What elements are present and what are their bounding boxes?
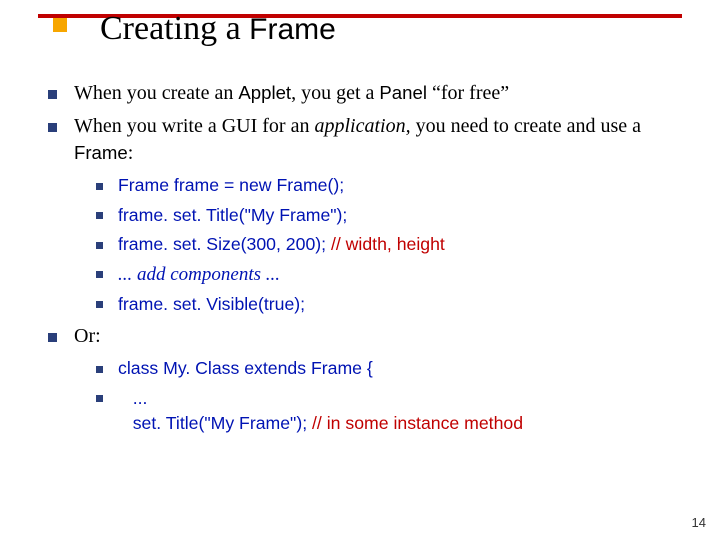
text: “for free” [427,82,509,104]
code-line: frame. set. Visible(true); [118,294,305,314]
sub-bullet: ... add components ... [96,262,688,288]
bullet-icon [96,242,103,249]
text: Or: [74,325,101,347]
code-comment: // in some instance method [312,413,523,433]
title-accent-square [53,18,67,32]
title-text-sans: Frame [249,13,336,46]
bullet-icon [96,212,103,219]
bullet-2: When you write a GUI for an application,… [48,113,688,317]
text-sans: Panel [379,82,427,103]
page-number: 14 [692,515,706,530]
text-italic: application, [314,115,410,137]
text-sans: Frame [74,142,128,163]
bullet-icon [48,123,57,132]
text: : [128,142,134,164]
code-italic: ... add components ... [118,264,280,285]
code-line: class My. Class extends Frame { [118,358,373,378]
code-comment: // width, height [331,234,445,254]
code-line: frame. set. Size(300, 200); [118,234,331,254]
code-line: Frame frame = new Frame(); [118,175,344,195]
bullet-icon [96,271,103,278]
slide-body: When you create an Applet, you get a Pan… [48,80,688,443]
text: When you write a GUI for an [74,115,314,137]
text: you need to create and use a [411,115,641,137]
bullet-icon [96,395,103,402]
text-sans: Applet [238,82,291,103]
sub-bullet: frame. set. Size(300, 200); // width, he… [96,232,688,258]
sub-bullet: ... set. Title("My Frame"); // in some i… [96,386,688,437]
bullet-icon [96,301,103,308]
bullet-icon [48,333,57,342]
sub-bullet: frame. set. Title("My Frame"); [96,203,688,229]
code-line: ... [118,388,147,408]
title-text-serif: Creating a [100,10,249,47]
slide: Creating a Frame When you create an Appl… [0,0,720,540]
code-line: set. Title("My Frame"); [118,413,312,433]
code-line: frame. set. Title("My Frame"); [118,205,347,225]
bullet-icon [96,183,103,190]
text: When you create an [74,82,238,104]
slide-title: Creating a Frame [100,10,336,48]
sub-bullet: Frame frame = new Frame(); [96,173,688,199]
bullet-icon [48,90,57,99]
bullet-1: When you create an Applet, you get a Pan… [48,80,688,107]
text: , you get a [291,82,379,104]
sub-bullet: class My. Class extends Frame { [96,356,688,382]
bullet-3: Or: class My. Class extends Frame { ... … [48,323,688,437]
sub-bullet: frame. set. Visible(true); [96,292,688,318]
bullet-icon [96,366,103,373]
